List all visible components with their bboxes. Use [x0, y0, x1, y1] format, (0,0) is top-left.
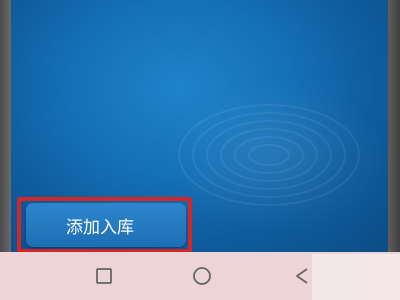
left-bezel [0, 0, 11, 252]
watermark-overlay [312, 254, 400, 300]
phone-screen: 添加入库 [0, 0, 400, 300]
recent-apps-button[interactable] [92, 264, 116, 288]
home-button[interactable] [190, 264, 214, 288]
add-to-library-button[interactable]: 添加入库 [26, 203, 186, 247]
right-bezel [388, 0, 400, 252]
back-triangle-icon [296, 268, 308, 284]
back-button[interactable] [290, 264, 314, 288]
square-icon [96, 268, 112, 284]
add-to-library-label: 添加入库 [66, 217, 134, 238]
circle-icon [193, 267, 211, 285]
